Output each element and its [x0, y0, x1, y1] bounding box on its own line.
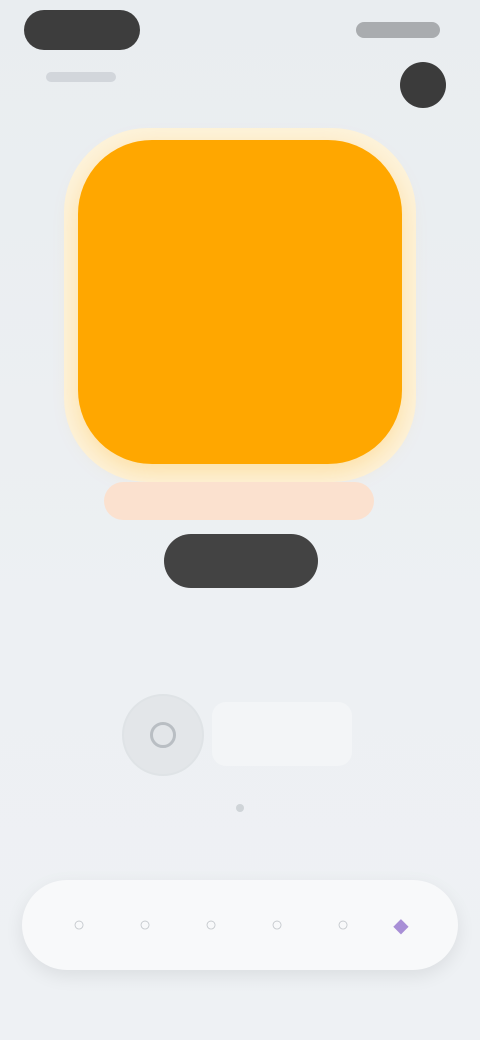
- page-indicator-dot: [236, 804, 244, 812]
- profile-icon: ○: [336, 913, 350, 936]
- tab-add[interactable]: ○: [188, 902, 234, 948]
- tab-home[interactable]: ○: [56, 902, 102, 948]
- home-icon: ○: [72, 913, 86, 936]
- tab-library[interactable]: ○: [254, 902, 300, 948]
- library-icon: ○: [270, 913, 284, 936]
- tab-search[interactable]: ○: [122, 902, 168, 948]
- tab-profile[interactable]: ○: [320, 902, 366, 948]
- record-icon: [150, 722, 176, 748]
- feature-tile[interactable]: [78, 140, 402, 464]
- add-icon: ○: [204, 913, 218, 936]
- back-link[interactable]: [46, 72, 116, 82]
- avatar[interactable]: [400, 62, 446, 108]
- search-icon: ○: [138, 913, 152, 936]
- status-time-pill: [24, 10, 140, 50]
- options-group: [212, 702, 352, 766]
- tab-bar: ○ ○ ○ ○ ○ ◆: [22, 880, 458, 970]
- info-banner: [104, 482, 374, 520]
- settings-icon: ◆: [393, 914, 409, 937]
- tab-settings[interactable]: ◆: [378, 902, 424, 948]
- record-button[interactable]: [122, 694, 204, 776]
- primary-action-button[interactable]: [164, 534, 318, 588]
- status-indicators: [356, 22, 440, 38]
